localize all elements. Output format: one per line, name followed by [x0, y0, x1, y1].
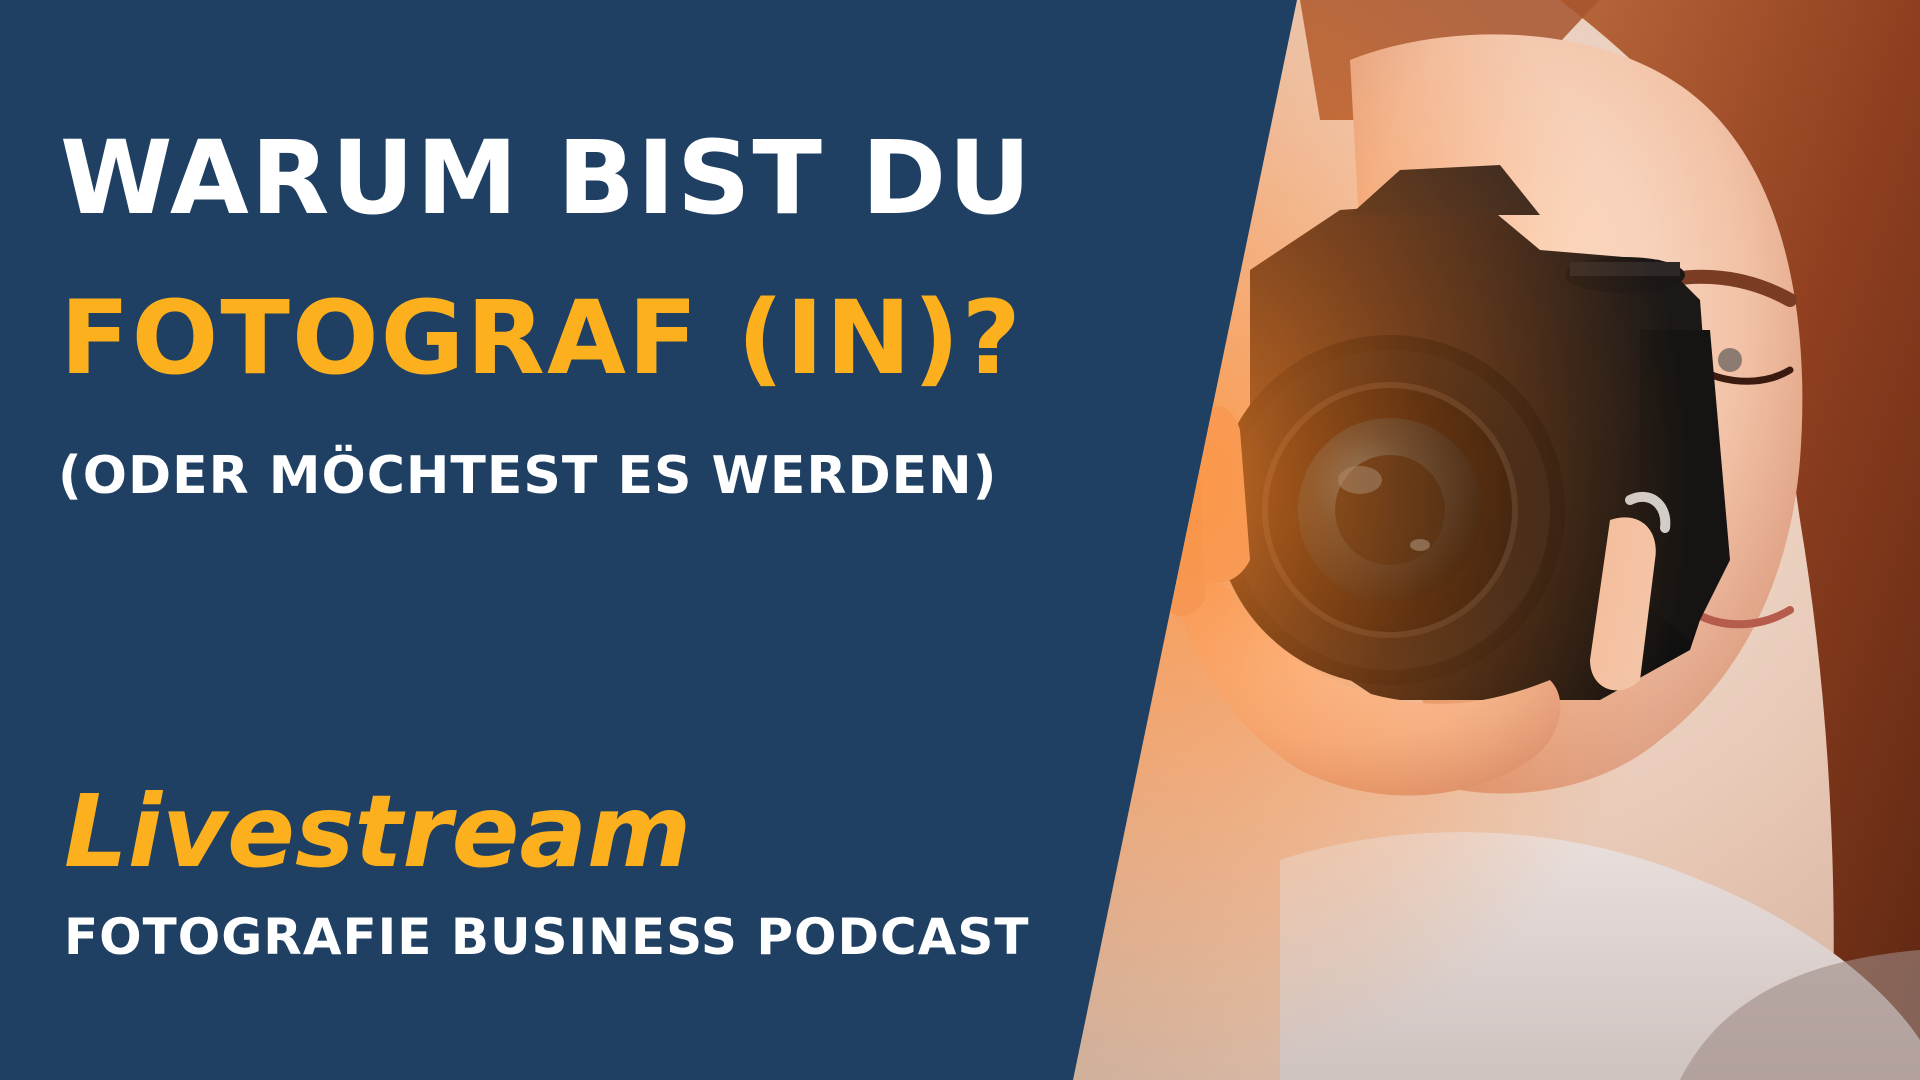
headline-line-1: WARUM BIST DU — [60, 119, 1033, 238]
headline-subline: (ODER MÖCHTEST ES WERDEN) — [58, 446, 998, 506]
thumbnail-canvas: WARUM BIST DU FOTOGRAF (IN)? (ODER MÖCHT… — [0, 0, 1920, 1080]
headline-line-2: FOTOGRAF (IN)? — [60, 279, 1023, 398]
podcast-title: FOTOGRAFIE BUSINESS PODCAST — [64, 908, 1030, 966]
livestream-label: Livestream — [64, 773, 692, 890]
